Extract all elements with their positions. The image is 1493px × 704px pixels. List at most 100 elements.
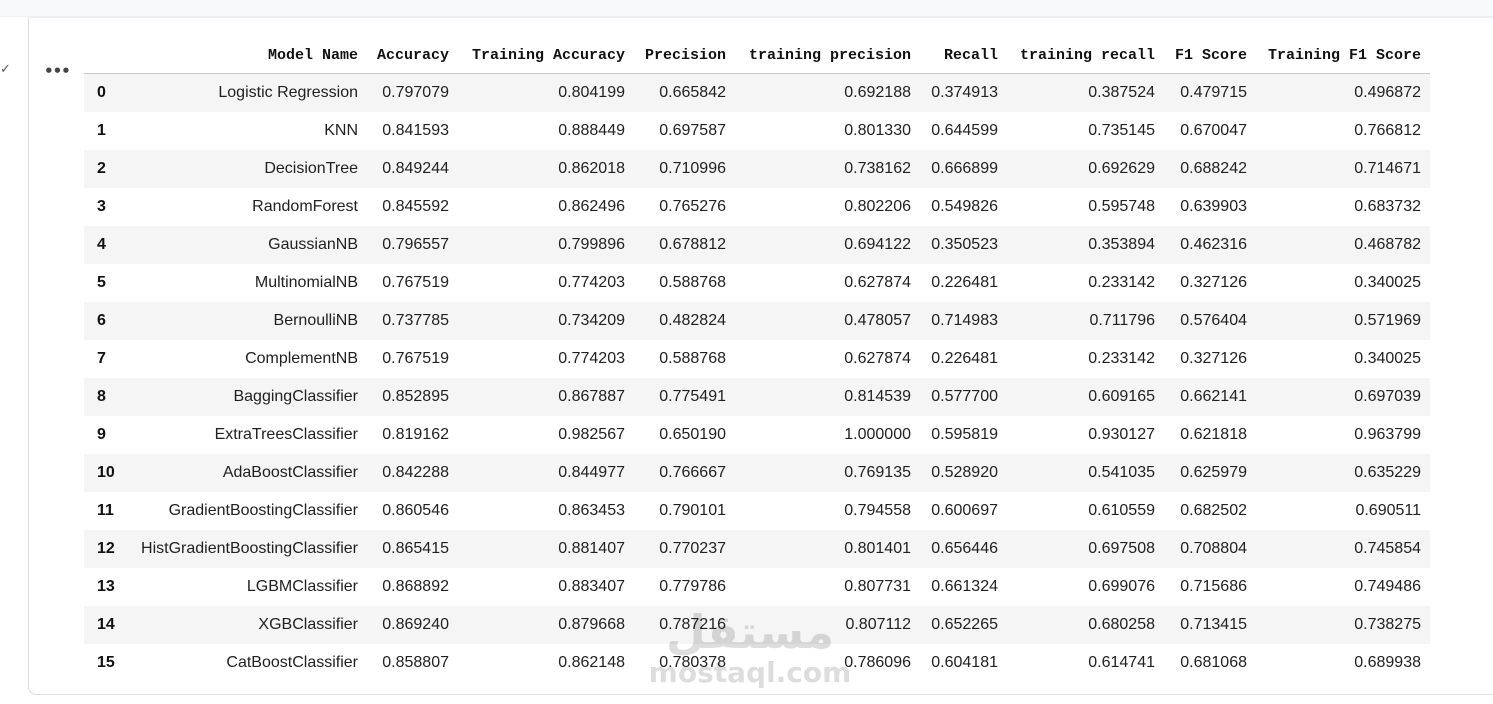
metric-cell: 0.769135 (735, 454, 920, 492)
table-row: 8 BaggingClassifier 0.852895 0.867887 0.7754… (84, 378, 1430, 416)
model-name-cell: Logistic Regression (118, 73, 367, 112)
metric-cell: 0.807112 (735, 606, 920, 644)
metric-cell: 0.863453 (458, 492, 634, 530)
metric-cell: 0.588768 (634, 264, 735, 302)
metric-cell: 0.462316 (1164, 226, 1256, 264)
metric-cell: 0.734209 (458, 302, 634, 340)
metric-cell: 0.644599 (920, 112, 1007, 150)
more-horizontal-icon[interactable]: ••• (44, 62, 71, 82)
metric-cell: 0.767519 (367, 264, 458, 302)
metric-cell: 0.697039 (1256, 378, 1430, 416)
table-row: 6 BernoulliNB 0.737785 0.734209 0.482824 0.47… (84, 302, 1430, 340)
table-row: 11 GradientBoostingClassifier 0.860546 0.86… (84, 492, 1430, 530)
metric-cell: 0.714671 (1256, 150, 1430, 188)
table-row: 7 ComplementNB 0.767519 0.774203 0.588768 0.6… (84, 340, 1430, 378)
metric-cell: 0.786096 (735, 644, 920, 682)
metric-cell: 0.819162 (367, 416, 458, 454)
metric-cell: 0.963799 (1256, 416, 1430, 454)
metric-cell: 0.697508 (1007, 530, 1164, 568)
metric-cell: 0.549826 (920, 188, 1007, 226)
metric-cell: 0.571969 (1256, 302, 1430, 340)
row-index: 2 (84, 150, 118, 188)
row-index: 15 (84, 644, 118, 682)
metric-cell: 0.678812 (634, 226, 735, 264)
metric-cell: 0.327126 (1164, 340, 1256, 378)
model-name-cell: ExtraTreesClassifier (118, 416, 367, 454)
metric-cell: 0.745854 (1256, 530, 1430, 568)
table-row: 14 XGBClassifier 0.869240 0.879668 0.787216 0… (84, 606, 1430, 644)
column-header: training recall (1007, 37, 1164, 74)
metric-cell: 0.652265 (920, 606, 1007, 644)
metric-cell: 0.807731 (735, 568, 920, 606)
table-row: 0 Logistic Regression 0.797079 0.804199 0.66… (84, 73, 1430, 112)
metric-cell: 0.609165 (1007, 378, 1164, 416)
metric-cell: 0.862018 (458, 150, 634, 188)
metric-cell: 0.842288 (367, 454, 458, 492)
metric-cell: 0.787216 (634, 606, 735, 644)
metric-cell: 0.852895 (367, 378, 458, 416)
metric-cell: 0.708804 (1164, 530, 1256, 568)
metric-cell: 0.770237 (634, 530, 735, 568)
metric-cell: 0.625979 (1164, 454, 1256, 492)
metric-cell: 0.845592 (367, 188, 458, 226)
metric-cell: 0.588768 (634, 340, 735, 378)
metric-cell: 0.478057 (735, 302, 920, 340)
metric-cell: 0.774203 (458, 340, 634, 378)
model-name-cell: GradientBoostingClassifier (118, 492, 367, 530)
metric-cell: 0.711796 (1007, 302, 1164, 340)
table-row: 5 MultinomialNB 0.767519 0.774203 0.588768 0.… (84, 264, 1430, 302)
metric-cell: 0.340025 (1256, 340, 1430, 378)
table-row: 12 HistGradientBoostingClassifier 0.865415… (84, 530, 1430, 568)
row-index: 13 (84, 568, 118, 606)
metric-cell: 0.627874 (735, 340, 920, 378)
row-index: 14 (84, 606, 118, 644)
metric-cell: 0.867887 (458, 378, 634, 416)
table-row: 10 AdaBoostClassifier 0.842288 0.844977 0.76… (84, 454, 1430, 492)
metric-cell: 0.779786 (634, 568, 735, 606)
metric-cell: 0.766667 (634, 454, 735, 492)
metric-cell: 0.595748 (1007, 188, 1164, 226)
metric-cell: 0.621818 (1164, 416, 1256, 454)
table-header-row: Model Name Accuracy Training Accuracy Preci… (84, 37, 1430, 74)
metric-cell: 0.883407 (458, 568, 634, 606)
table-row: 13 LGBMClassifier 0.868892 0.883407 0.779786… (84, 568, 1430, 606)
metric-cell: 0.775491 (634, 378, 735, 416)
metric-cell: 0.340025 (1256, 264, 1430, 302)
metric-cell: 0.541035 (1007, 454, 1164, 492)
metric-cell: 0.576404 (1164, 302, 1256, 340)
dataframe-table: Model Name Accuracy Training Accuracy Preci… (84, 37, 1430, 682)
metric-cell: 0.797079 (367, 73, 458, 112)
metric-cell: 0.353894 (1007, 226, 1164, 264)
column-header-index (84, 37, 118, 74)
row-index: 7 (84, 340, 118, 378)
metric-cell: 0.692188 (735, 73, 920, 112)
row-index: 1 (84, 112, 118, 150)
metric-cell: 0.869240 (367, 606, 458, 644)
metric-cell: 0.699076 (1007, 568, 1164, 606)
metric-cell: 0.802206 (735, 188, 920, 226)
metric-cell: 0.656446 (920, 530, 1007, 568)
metric-cell: 0.233142 (1007, 264, 1164, 302)
column-header: Model Name (118, 37, 367, 74)
metric-cell: 0.715686 (1164, 568, 1256, 606)
column-header: F1 Score (1164, 37, 1256, 74)
metric-cell: 0.790101 (634, 492, 735, 530)
metric-cell: 0.666899 (920, 150, 1007, 188)
metric-cell: 0.794558 (735, 492, 920, 530)
metric-cell: 0.635229 (1256, 454, 1430, 492)
metric-cell: 0.982567 (458, 416, 634, 454)
metric-cell: 0.350523 (920, 226, 1007, 264)
metric-cell: 0.844977 (458, 454, 634, 492)
metric-cell: 0.468782 (1256, 226, 1430, 264)
table-row: 9 ExtraTreesClassifier 0.819162 0.982567 0.6… (84, 416, 1430, 454)
metric-cell: 0.879668 (458, 606, 634, 644)
model-name-cell: MultinomialNB (118, 264, 367, 302)
metric-cell: 0.226481 (920, 340, 1007, 378)
model-name-cell: BaggingClassifier (118, 378, 367, 416)
metric-cell: 1.000000 (735, 416, 920, 454)
metric-cell: 0.710996 (634, 150, 735, 188)
row-index: 8 (84, 378, 118, 416)
metric-cell: 0.801330 (735, 112, 920, 150)
metric-cell: 0.689938 (1256, 644, 1430, 682)
metric-cell: 0.737785 (367, 302, 458, 340)
